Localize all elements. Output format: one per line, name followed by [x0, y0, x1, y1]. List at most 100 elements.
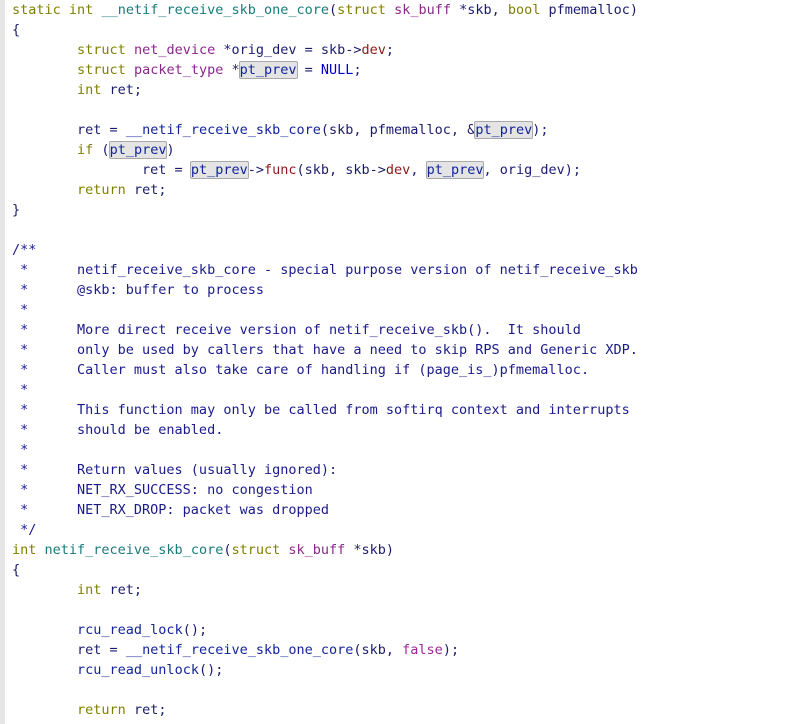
code-line[interactable]: * only be used by callers that have a ne…	[12, 340, 801, 360]
function-call-rcu-read-lock[interactable]: rcu_read_lock	[77, 622, 183, 638]
code-line[interactable]: static int __netif_receive_skb_one_core(…	[12, 0, 801, 20]
search-match-pt-prev[interactable]: pt_prev	[238, 61, 298, 79]
var-ret: ret;	[125, 182, 167, 198]
keyword-if: if	[77, 142, 94, 158]
search-match-pt-prev[interactable]: pt_prev	[108, 141, 168, 159]
code-surface[interactable]: static int __netif_receive_skb_one_core (…	[6, 0, 801, 724]
pointer-star: *	[223, 62, 240, 78]
code-line[interactable]: struct packet_type *pt_prev = NULL;	[12, 60, 801, 80]
function-name-netif-receive-skb-core[interactable]: netif_receive_skb_core	[36, 542, 224, 558]
keyword-int: int	[68, 2, 94, 18]
code-line-blank[interactable]	[12, 220, 801, 240]
member-dev: dev	[361, 42, 386, 58]
search-match-pt-prev[interactable]: pt_prev	[425, 161, 485, 179]
keyword-struct: struct	[337, 2, 386, 18]
code-line[interactable]: ret = __netif_receive_skb_one_core(skb, …	[12, 640, 801, 660]
comment-line: * Caller must also take care of handling…	[12, 362, 590, 378]
code-line[interactable]: * netif_receive_skb_core - special purpo…	[12, 260, 801, 280]
keyword-struct: struct	[77, 62, 126, 78]
call-close: );	[442, 642, 460, 658]
type-net-device: net_device	[125, 42, 216, 58]
code-line[interactable]: *	[12, 380, 801, 400]
function-name-netif-receive-skb-one-core[interactable]: __netif_receive_skb_one_core	[101, 2, 329, 18]
comment-line: * should be enabled.	[12, 422, 224, 438]
member-dev: dev	[385, 162, 411, 178]
comma: ,	[410, 162, 427, 178]
code-line[interactable]: {	[12, 20, 801, 40]
search-match-pt-prev[interactable]: pt_prev	[189, 161, 249, 179]
code-line-blank[interactable]	[12, 600, 801, 620]
code-line[interactable]: return ret;	[12, 180, 801, 200]
code-line[interactable]: *	[12, 440, 801, 460]
comment-line: * netif_receive_skb_core - special purpo…	[12, 262, 638, 278]
code-line[interactable]: int netif_receive_skb_core(struct sk_buf…	[12, 540, 801, 560]
comment-line: * NET_RX_SUCCESS: no congestion	[12, 482, 313, 498]
code-line[interactable]: int ret;	[12, 80, 801, 100]
keyword-int: int	[77, 582, 102, 598]
code-line[interactable]: * This function may only be called from …	[12, 400, 801, 420]
code-line[interactable]: */	[12, 520, 801, 540]
comment-line: *	[12, 442, 29, 458]
code-line-blank[interactable]	[12, 680, 801, 700]
brace-open: {	[12, 562, 21, 578]
keyword-int: int	[77, 82, 102, 98]
code-line[interactable]: int ret;	[12, 580, 801, 600]
code-line[interactable]: }	[12, 720, 801, 724]
member-func: func	[264, 162, 297, 178]
semicolon: ;	[385, 42, 395, 58]
keyword-struct: struct	[231, 542, 281, 558]
var-ret: ret;	[101, 82, 143, 98]
code-line[interactable]: * should be enabled.	[12, 420, 801, 440]
comment-block-close: */	[12, 522, 37, 538]
param-skb: *skb,	[451, 2, 508, 18]
code-line[interactable]: rcu_read_lock();	[12, 620, 801, 640]
function-call-rcu-read-unlock[interactable]: rcu_read_unlock	[77, 662, 199, 678]
comment-line: * More direct receive version of netif_r…	[12, 322, 581, 338]
type-sk-buff: sk_buff	[280, 542, 346, 558]
comment-line: * NET_RX_DROP: packet was dropped	[12, 502, 329, 518]
code-line-blank[interactable]	[12, 100, 801, 120]
code-line[interactable]: {	[12, 560, 801, 580]
keyword-static: static	[12, 2, 61, 18]
comment-line: * Return values (usually ignored):	[12, 462, 338, 478]
code-line[interactable]: ret = __netif_receive_skb_core(skb, pfme…	[12, 120, 801, 140]
code-line[interactable]: }	[12, 200, 801, 220]
code-line[interactable]: * Caller must also take care of handling…	[12, 360, 801, 380]
call-close: );	[532, 122, 549, 138]
function-call-netif-receive-skb-core[interactable]: __netif_receive_skb_core	[126, 122, 321, 138]
code-line[interactable]: * NET_RX_DROP: packet was dropped	[12, 500, 801, 520]
code-line[interactable]: *	[12, 300, 801, 320]
code-line[interactable]: * NET_RX_SUCCESS: no congestion	[12, 480, 801, 500]
call-parens: ();	[198, 662, 224, 678]
keyword-bool: bool	[507, 2, 541, 18]
comment-block-open: /**	[12, 242, 37, 258]
code-line[interactable]: struct net_device *orig_dev = skb->dev;	[12, 40, 801, 60]
var-orig-dev: *orig_dev = skb->	[215, 42, 362, 58]
code-line[interactable]: rcu_read_unlock();	[12, 660, 801, 680]
code-line[interactable]: * @skb: buffer to process	[12, 280, 801, 300]
code-line[interactable]: /**	[12, 240, 801, 260]
paren-close: )	[166, 142, 175, 158]
code-line[interactable]: return ret;	[12, 700, 801, 720]
function-call-netif-receive-skb-one-core[interactable]: __netif_receive_skb_one_core	[126, 642, 354, 658]
code-line[interactable]: * More direct receive version of netif_r…	[12, 320, 801, 340]
var-ret: ret;	[125, 702, 167, 718]
code-line[interactable]: ret = pt_prev->func(skb, skb->dev, pt_pr…	[12, 160, 801, 180]
keyword-return: return	[77, 182, 126, 198]
code-line[interactable]: if (pt_prev)	[12, 140, 801, 160]
code-line[interactable]: * Return values (usually ignored):	[12, 460, 801, 480]
comment-line: *	[12, 302, 29, 318]
var-ret-assign: ret =	[77, 122, 126, 138]
search-match-pt-prev[interactable]: pt_prev	[474, 121, 534, 139]
code-editor[interactable]: static int __netif_receive_skb_one_core (…	[0, 0, 801, 724]
